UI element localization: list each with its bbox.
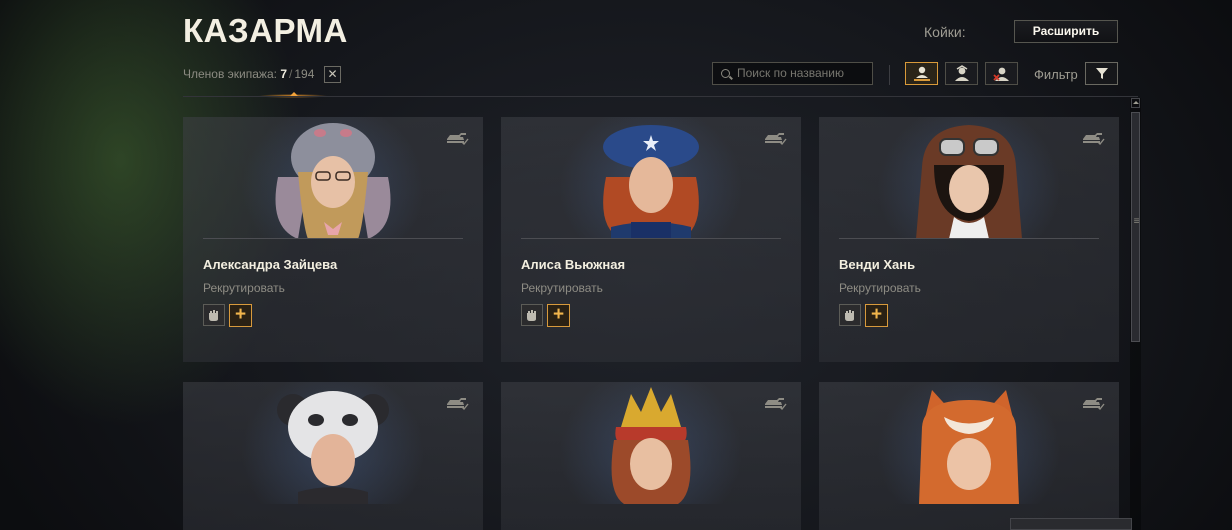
crew-dismissed-toggle[interactable] <box>985 62 1018 85</box>
add-skill-button[interactable]: + <box>547 304 570 327</box>
aviator-cap-portrait <box>916 125 1022 239</box>
crew-card[interactable]: Венди Хань Рекрутировать + <box>819 117 1119 362</box>
bunks-label: Койки: <box>924 24 966 40</box>
scroll-up-arrow-icon[interactable] <box>1131 98 1140 108</box>
recruit-label[interactable]: Рекрутировать <box>839 281 921 295</box>
funnel-icon <box>1095 68 1108 79</box>
crew-card[interactable]: Александра Зайцева Рекрутировать + <box>183 117 483 362</box>
crew-in-tank-icon <box>913 66 930 81</box>
crew-portrait <box>819 117 1119 239</box>
card-divider <box>203 238 463 239</box>
crew-count-label: Членов экипажа: <box>183 67 277 81</box>
crew-in-tank-toggle[interactable] <box>905 62 938 85</box>
crew-name: Венди Хань <box>839 257 916 272</box>
crew-count-current: 7 <box>280 67 287 81</box>
panda-hat-portrait <box>277 391 389 504</box>
blue-beret-portrait <box>603 125 699 239</box>
kokoshnik-portrait <box>611 387 691 504</box>
tank-icon <box>765 133 787 145</box>
filter-label: Фильтр <box>1034 67 1078 82</box>
bunny-hat-portrait <box>275 123 391 239</box>
search-placeholder: Поиск по названию <box>737 66 845 80</box>
tank-icon <box>765 398 787 410</box>
tank-icon <box>1083 398 1105 410</box>
tank-icon <box>447 398 469 410</box>
card-divider <box>839 238 1099 239</box>
crew-name: Александра Зайцева <box>203 257 338 272</box>
expand-bunks-button[interactable]: Расширить <box>1014 20 1118 43</box>
card-divider <box>521 238 781 239</box>
crew-card[interactable] <box>501 382 801 530</box>
crew-count: Членов экипажа: 7/194 <box>183 67 314 81</box>
search-icon <box>721 69 730 78</box>
recruit-label[interactable]: Рекрутировать <box>521 281 603 295</box>
skill-fist-icon <box>839 304 861 326</box>
crew-count-total: 194 <box>294 67 315 81</box>
add-skill-button[interactable]: + <box>865 304 888 327</box>
bottom-corner-panel <box>1010 518 1132 530</box>
page-title: КАЗАРМА <box>183 12 348 49</box>
crew-card[interactable] <box>183 382 483 530</box>
tank-icon <box>1083 133 1105 145</box>
crew-dismissed-icon <box>992 67 1009 81</box>
crew-name: Алиса Вьюжная <box>521 257 626 272</box>
scrollbar-thumb[interactable] <box>1131 112 1141 342</box>
search-input[interactable]: Поиск по названию <box>712 62 873 85</box>
skill-fist-icon <box>521 304 543 326</box>
fox-hood-portrait <box>919 390 1019 504</box>
add-skill-button[interactable]: + <box>229 304 252 327</box>
crew-card[interactable]: Алиса Вьюжная Рекрутировать + <box>501 117 801 362</box>
crew-in-barracks-icon <box>954 64 969 81</box>
crew-portrait <box>183 382 483 504</box>
skill-fist-icon <box>203 304 225 326</box>
crew-portrait <box>819 382 1119 504</box>
crew-in-barracks-toggle[interactable] <box>945 62 978 85</box>
filter-button[interactable] <box>1085 62 1118 85</box>
crew-card[interactable] <box>819 382 1119 530</box>
close-icon[interactable]: ✕ <box>324 66 341 83</box>
crew-portrait <box>501 117 801 239</box>
crew-portrait <box>183 117 483 239</box>
toolbar-divider <box>889 65 890 85</box>
crew-portrait <box>501 382 801 504</box>
header-divider <box>183 96 1138 97</box>
recruit-label[interactable]: Рекрутировать <box>203 281 285 295</box>
tank-icon <box>447 133 469 145</box>
